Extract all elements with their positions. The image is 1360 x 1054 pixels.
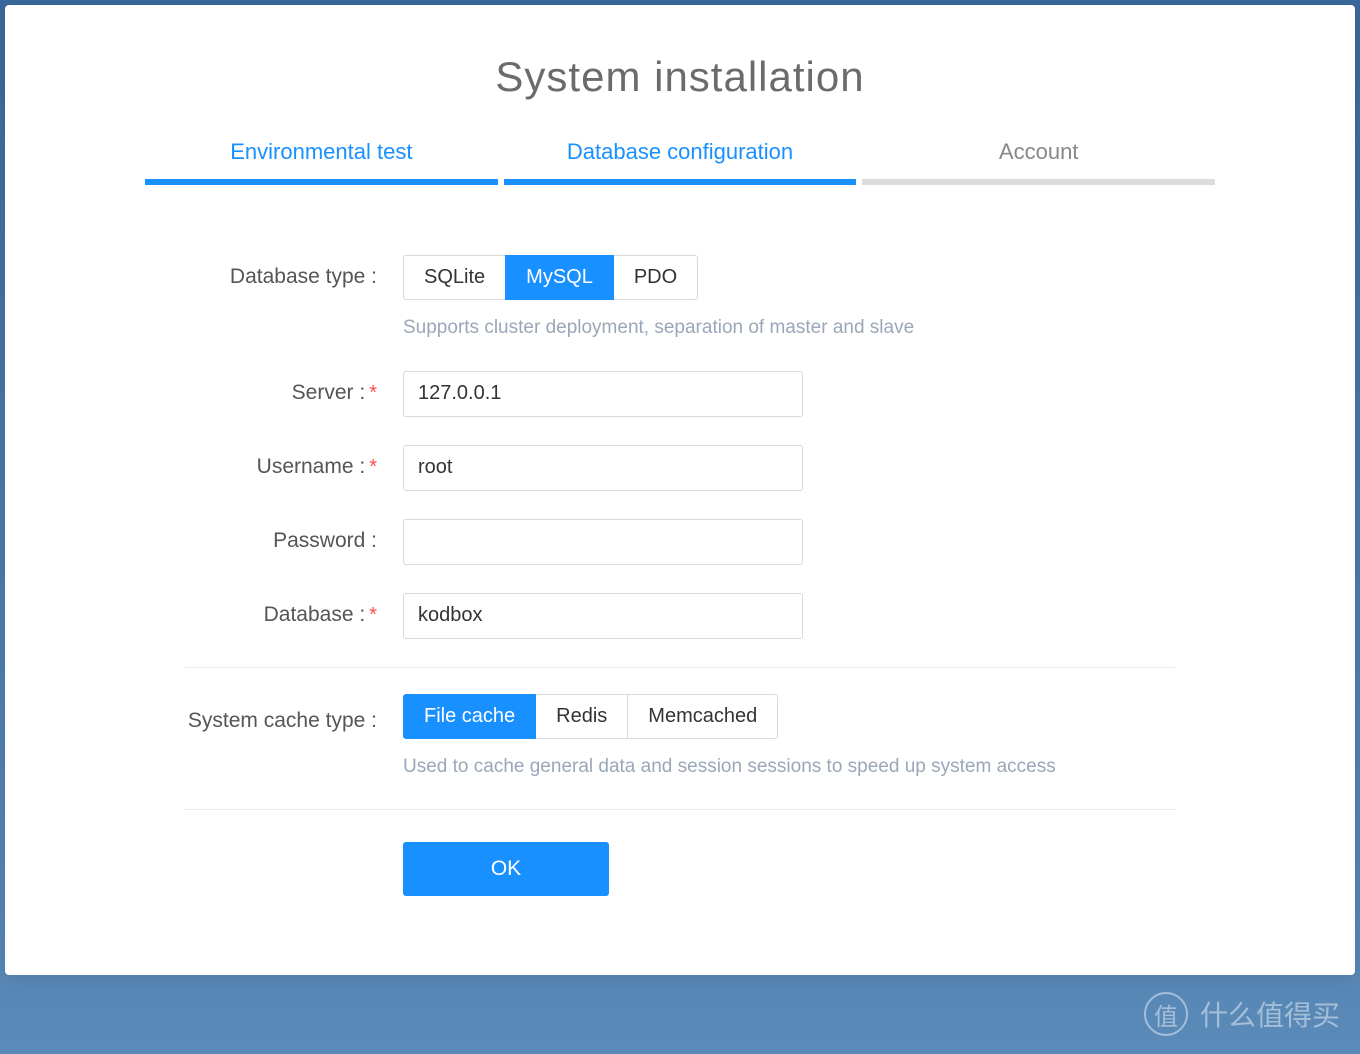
step-label: Database configuration — [567, 139, 793, 164]
label-database-type: Database type : — [185, 255, 385, 289]
label-server: Server :* — [185, 371, 385, 405]
password-input[interactable] — [403, 519, 803, 565]
label-username: Username :* — [185, 445, 385, 479]
row-server: Server :* — [185, 371, 1175, 417]
config-form: Database type : SQLite MySQL PDO Support… — [185, 255, 1175, 896]
ok-button[interactable]: OK — [403, 842, 609, 896]
step-tabs: Environmental test Database configuratio… — [145, 139, 1215, 185]
required-icon: * — [369, 456, 377, 478]
watermark-icon: 值 — [1144, 992, 1188, 1036]
label-database: Database :* — [185, 593, 385, 627]
step-database-configuration[interactable]: Database configuration — [504, 139, 857, 185]
cache-type-memcached[interactable]: Memcached — [627, 694, 778, 739]
step-label: Environmental test — [230, 139, 412, 164]
username-input[interactable] — [403, 445, 803, 491]
control-database-type: SQLite MySQL PDO Supports cluster deploy… — [403, 255, 1175, 343]
db-type-help: Supports cluster deployment, separation … — [403, 314, 1175, 343]
cache-type-file[interactable]: File cache — [403, 694, 536, 739]
required-icon: * — [369, 382, 377, 404]
row-submit: OK — [185, 836, 1175, 896]
watermark: 值 什么值得买 — [1144, 992, 1340, 1036]
step-account[interactable]: Account — [862, 139, 1215, 185]
form-divider — [185, 667, 1175, 668]
step-environmental-test[interactable]: Environmental test — [145, 139, 498, 185]
database-input[interactable] — [403, 593, 803, 639]
page-title: System installation — [5, 53, 1355, 101]
db-type-mysql[interactable]: MySQL — [505, 255, 614, 300]
row-cache-type: System cache type : File cache Redis Mem… — [185, 694, 1175, 782]
server-input[interactable] — [403, 371, 803, 417]
label-password: Password : — [185, 519, 385, 553]
db-type-sqlite[interactable]: SQLite — [403, 255, 506, 300]
row-database-type: Database type : SQLite MySQL PDO Support… — [185, 255, 1175, 343]
form-divider — [185, 809, 1175, 810]
db-type-pdo[interactable]: PDO — [613, 255, 698, 300]
cache-type-group: File cache Redis Memcached — [403, 694, 778, 739]
row-database: Database :* — [185, 593, 1175, 639]
step-label: Account — [999, 139, 1079, 164]
cache-type-redis[interactable]: Redis — [535, 694, 628, 739]
required-icon: * — [369, 604, 377, 626]
db-type-group: SQLite MySQL PDO — [403, 255, 698, 300]
control-cache-type: File cache Redis Memcached Used to cache… — [403, 694, 1175, 782]
row-username: Username :* — [185, 445, 1175, 491]
row-password: Password : — [185, 519, 1175, 565]
installer-panel: System installation Environmental test D… — [5, 5, 1355, 975]
cache-type-help: Used to cache general data and session s… — [403, 753, 1175, 782]
label-cache-type: System cache type : — [185, 694, 385, 738]
watermark-text: 什么值得买 — [1200, 994, 1340, 1034]
